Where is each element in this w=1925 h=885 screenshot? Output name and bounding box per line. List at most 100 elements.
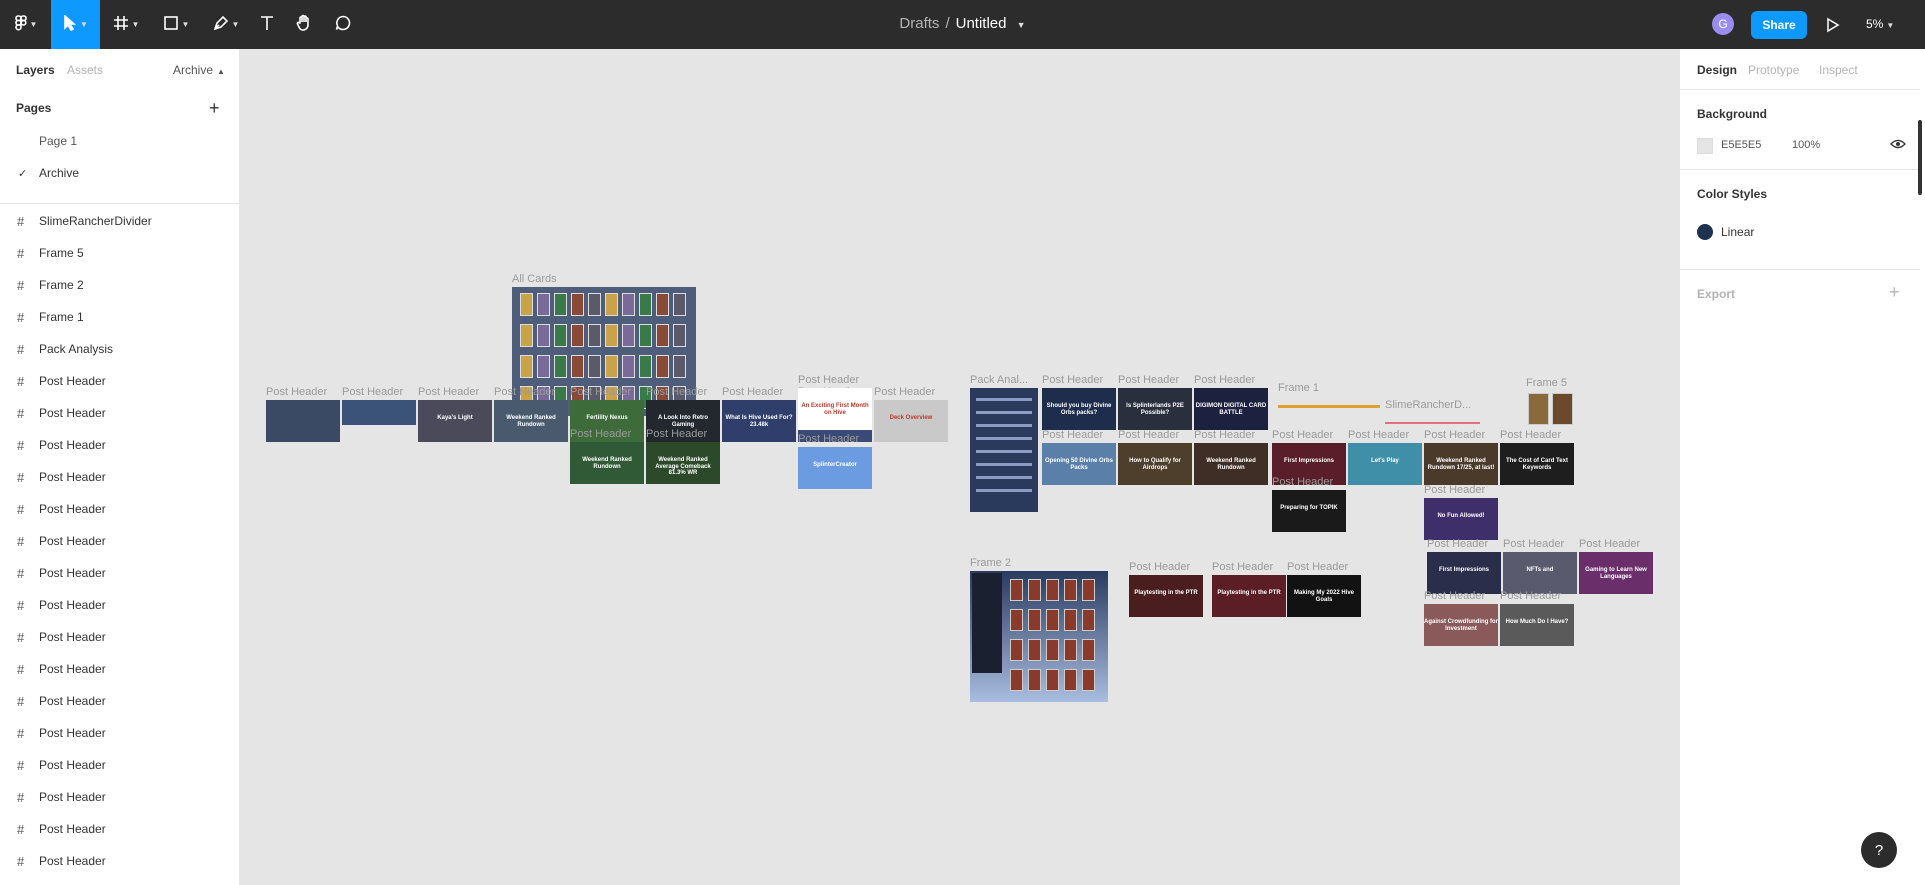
frame-label[interactable]: Post Header — [1424, 484, 1485, 496]
canvas-frame[interactable]: Is Splinterlands P2E Possible? — [1118, 388, 1192, 430]
frame-label[interactable]: Post Header — [1579, 538, 1640, 550]
comment-tool-button[interactable] — [328, 0, 358, 49]
canvas-frame[interactable]: NFTs and — [1503, 552, 1577, 594]
frame-label[interactable]: Post Header — [1503, 538, 1564, 550]
chevron-down-icon[interactable]: ▼ — [1017, 20, 1026, 30]
canvas-frame[interactable] — [970, 571, 1108, 702]
layer-item[interactable]: # Post Header — [0, 781, 239, 813]
tab-layers[interactable]: Layers — [16, 63, 55, 77]
add-export-button[interactable]: + — [1889, 283, 1900, 301]
tab-inspect[interactable]: Inspect — [1819, 63, 1858, 77]
canvas-frame[interactable]: The Cost of Card Text Keywords — [1500, 443, 1574, 485]
canvas-frame[interactable] — [1278, 396, 1380, 416]
canvas-frame[interactable]: Preparing for TOPIK — [1272, 490, 1346, 532]
visibility-toggle[interactable] — [1890, 137, 1906, 154]
avatar[interactable]: G — [1712, 13, 1734, 35]
background-opacity-input[interactable]: 100% — [1792, 139, 1820, 151]
canvas-frame[interactable] — [1526, 391, 1575, 427]
frame-label[interactable]: Post Header — [1427, 538, 1488, 550]
canvas-frame[interactable]: Weekend Ranked Rundown — [570, 442, 644, 484]
frame-label[interactable]: Post Header — [342, 386, 403, 398]
frame-label[interactable]: Frame 1 — [1278, 382, 1319, 394]
layer-item[interactable]: # Post Header — [0, 557, 239, 589]
zoom-menu[interactable]: 5% ▼ — [1866, 17, 1894, 31]
help-button[interactable]: ? — [1861, 832, 1897, 868]
frame-label[interactable]: Post Header — [418, 386, 479, 398]
frame-tool-button[interactable]: ▼ — [106, 0, 146, 49]
canvas-frame[interactable]: First Impressions — [1427, 552, 1501, 594]
canvas-frame[interactable]: Playtesting in the PTR — [1129, 575, 1203, 617]
frame-label[interactable]: Post Header — [1272, 429, 1333, 441]
frame-label[interactable]: Post Header — [1129, 561, 1190, 573]
tab-design[interactable]: Design — [1697, 63, 1737, 77]
canvas-frame[interactable]: No Fun Allowed! — [1424, 498, 1498, 540]
text-tool-button[interactable] — [252, 0, 282, 49]
canvas-frame[interactable]: How to Qualify for Airdrops — [1118, 443, 1192, 485]
background-swatch[interactable] — [1697, 138, 1713, 154]
frame-label[interactable]: Post Header — [570, 428, 631, 440]
layer-item[interactable]: # Post Header — [0, 749, 239, 781]
move-tool-button[interactable]: ▼ — [51, 0, 100, 49]
frame-label[interactable]: Post Header — [266, 386, 327, 398]
frame-label[interactable]: Post Header — [1042, 429, 1103, 441]
color-style-name[interactable]: Linear — [1721, 225, 1754, 239]
layer-item[interactable]: # Post Header — [0, 365, 239, 397]
canvas-frame[interactable] — [342, 400, 416, 425]
layer-item[interactable]: # Post Header — [0, 493, 239, 525]
canvas-frame[interactable]: Weekend Ranked Rundown 17/25, at last! — [1424, 443, 1498, 485]
frame-label[interactable]: Post Header — [1287, 561, 1348, 573]
canvas-frame[interactable]: Opening 50 Divine Orbs Packs — [1042, 443, 1116, 485]
tab-assets[interactable]: Assets — [67, 63, 103, 77]
canvas-frame[interactable]: Weekend Ranked Average Comeback 81.3% WR — [646, 442, 720, 484]
breadcrumb-drafts[interactable]: Drafts — [899, 15, 939, 32]
canvas-frame[interactable]: Kaya's Light — [418, 400, 492, 442]
layer-item[interactable]: # Post Header — [0, 621, 239, 653]
page-selector[interactable]: Archive ▲ — [173, 63, 225, 77]
frame-label[interactable]: Frame 5 — [1526, 377, 1567, 389]
frame-label[interactable]: Post Header — [1118, 429, 1179, 441]
layer-item[interactable]: # Frame 2 — [0, 269, 239, 301]
layer-item[interactable]: # Post Header — [0, 397, 239, 429]
frame-label[interactable]: Post Header — [1194, 429, 1255, 441]
frame-label[interactable]: Post Header — [1212, 561, 1273, 573]
pen-tool-button[interactable]: ▼ — [206, 0, 246, 49]
page-item[interactable]: ✓ Archive — [0, 157, 239, 189]
layer-item[interactable]: # Frame 1 — [0, 301, 239, 333]
layer-item[interactable]: # Post Header — [0, 589, 239, 621]
layer-item[interactable]: # Post Header — [0, 461, 239, 493]
add-page-button[interactable]: + — [209, 99, 220, 117]
tab-prototype[interactable]: Prototype — [1748, 63, 1799, 77]
frame-label[interactable]: Post Header — [1118, 374, 1179, 386]
frame-label[interactable]: All Cards — [512, 273, 557, 285]
frame-label[interactable]: Post Header — [722, 386, 783, 398]
frame-label[interactable]: Post Header — [1424, 590, 1485, 602]
layer-item[interactable]: # Post Header — [0, 685, 239, 717]
present-button[interactable] — [1822, 15, 1842, 35]
layer-item[interactable]: # Post Header — [0, 653, 239, 685]
main-menu-button[interactable]: ▼ — [4, 0, 48, 49]
layer-item[interactable]: # Post Header — [0, 813, 239, 845]
layer-item[interactable]: # Post Header — [0, 429, 239, 461]
layer-item[interactable]: # Pack Analysis — [0, 333, 239, 365]
canvas-frame[interactable]: Should you buy Divine Orbs packs? — [1042, 388, 1116, 430]
layer-item[interactable]: # Post Header — [0, 525, 239, 557]
frame-label[interactable]: Post Header — [646, 386, 707, 398]
design-canvas[interactable]: All Cards Post Header Post Header Post Head… — [241, 49, 1679, 885]
canvas-frame[interactable]: Playtesting in the PTR — [1212, 575, 1286, 617]
share-button[interactable]: Share — [1751, 11, 1807, 39]
canvas-frame[interactable]: How Much Do I Have? — [1500, 604, 1574, 646]
canvas-frame[interactable]: SplinterCreator — [798, 447, 872, 489]
frame-label[interactable]: Post Header — [570, 386, 631, 398]
frame-label[interactable]: Pack Anal... — [970, 374, 1028, 386]
canvas-frame[interactable]: Against Crowdfunding for Investment — [1424, 604, 1498, 646]
frame-label[interactable]: Post Header — [798, 433, 859, 445]
frame-label[interactable]: Post Header — [798, 374, 859, 386]
canvas-frame[interactable]: Let's Play — [1348, 443, 1422, 485]
file-title[interactable]: Untitled — [956, 15, 1007, 32]
layer-item[interactable]: # SlimeRancherDivider — [0, 205, 239, 237]
frame-label[interactable]: Post Header — [646, 428, 707, 440]
page-item[interactable]: Page 1 — [0, 125, 239, 157]
frame-label[interactable]: Post Header — [1194, 374, 1255, 386]
canvas-frame[interactable]: Weekend Ranked Rundown — [1194, 443, 1268, 485]
layer-item[interactable]: # Frame 5 — [0, 237, 239, 269]
